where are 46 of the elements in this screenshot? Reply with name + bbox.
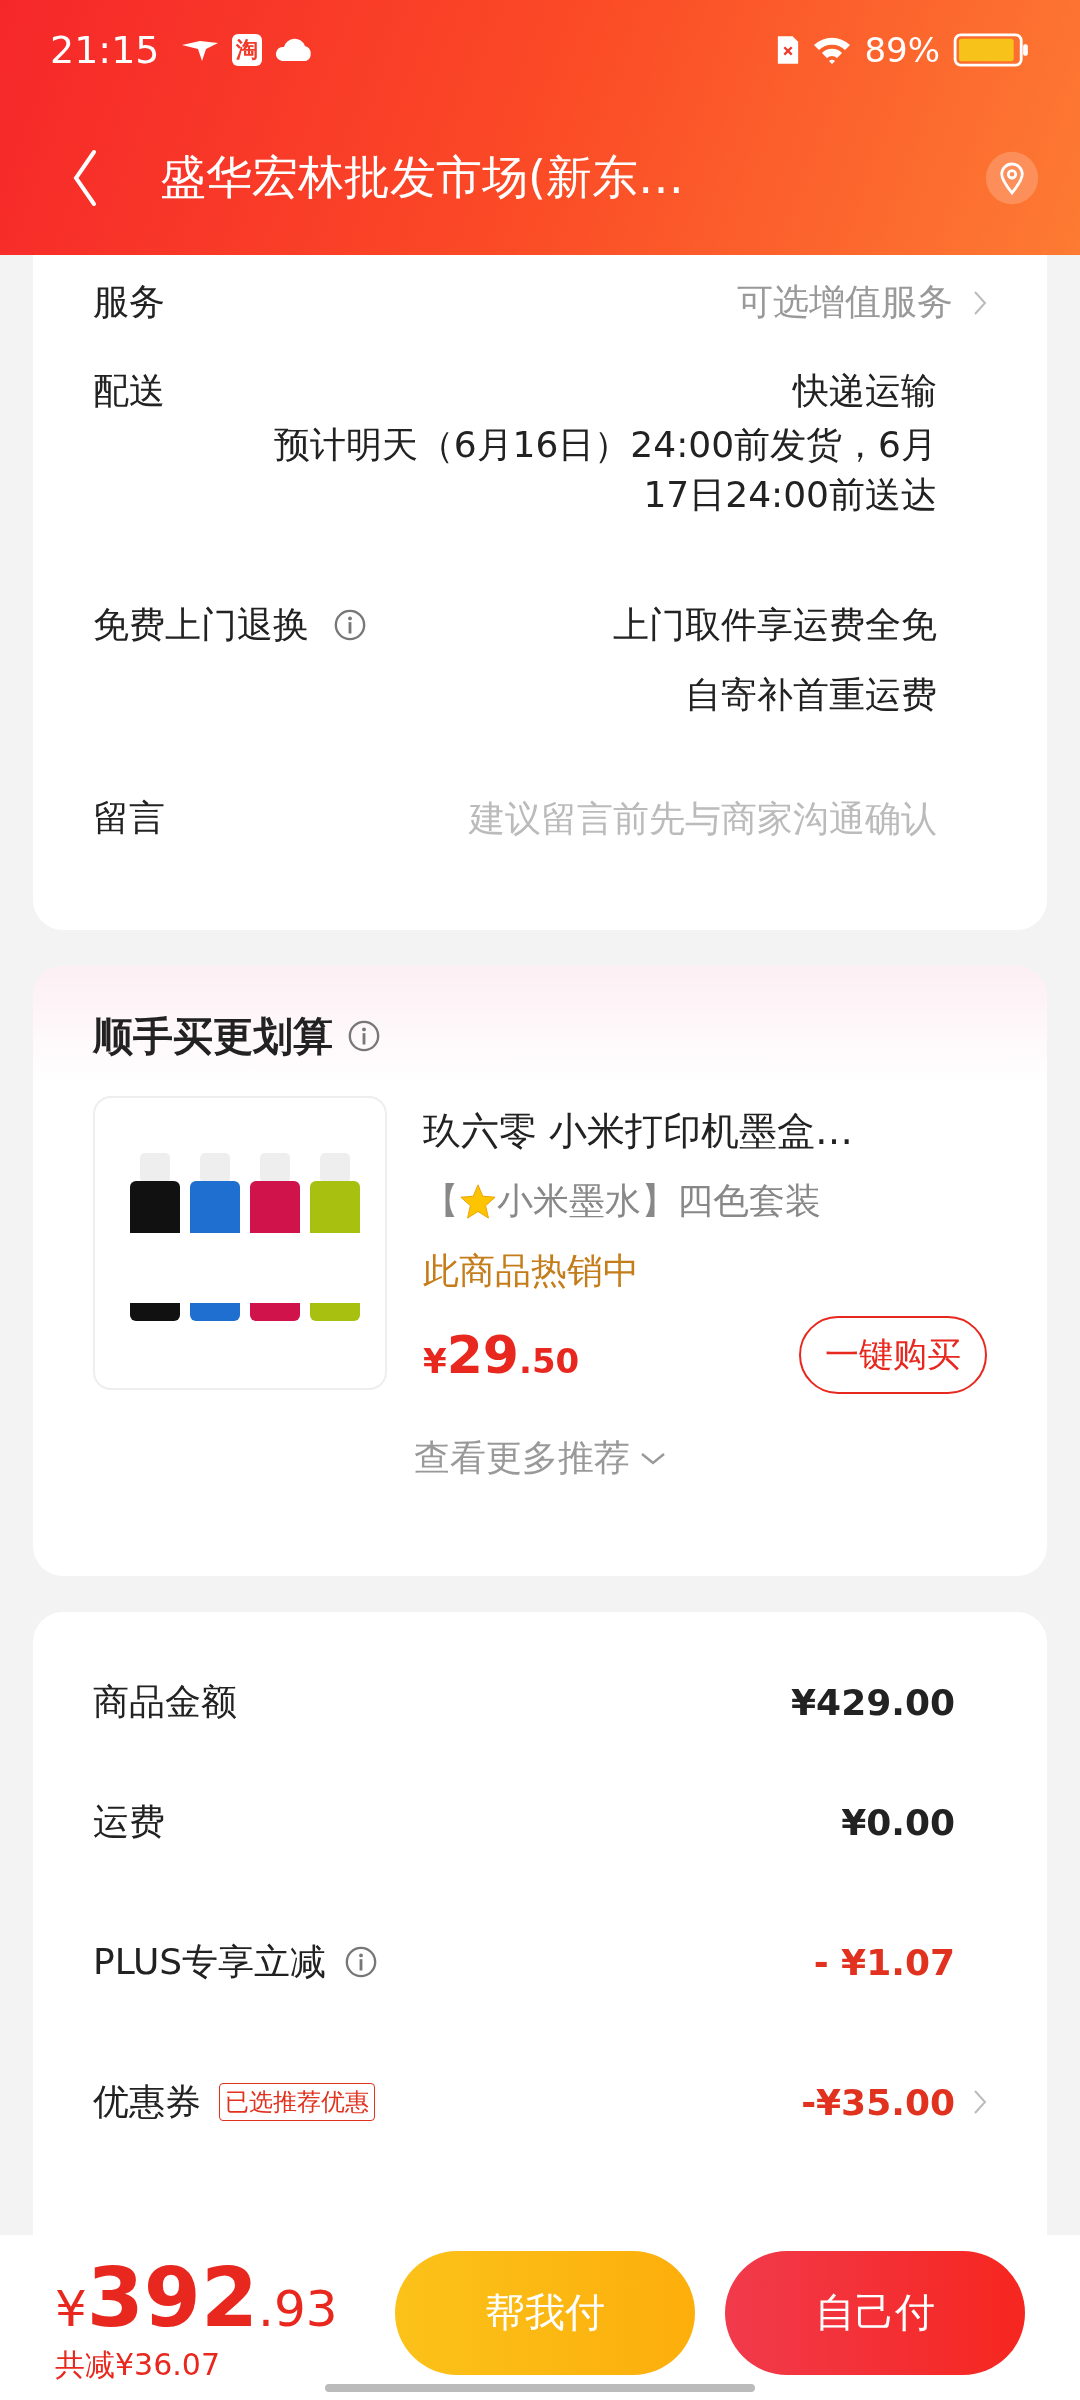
total-price: ¥392.93 [55, 2249, 339, 2345]
battery-icon [952, 33, 1030, 67]
buy-now-button[interactable]: 一键购买 [799, 1316, 987, 1394]
info-icon[interactable] [333, 608, 367, 642]
amount: ¥0.00 [841, 1801, 955, 1843]
row-label: 优惠券 [93, 2079, 201, 2124]
chevron-down-icon [640, 1451, 666, 1466]
row-label: PLUS专享立减 [93, 1939, 327, 1984]
location-pin-icon[interactable] [984, 149, 1040, 206]
sim-card-icon [776, 34, 801, 66]
amount: - ¥1.07 [813, 1941, 955, 1983]
delivery-method: 快递运输 [793, 368, 937, 413]
product-spec-bracket: 【 [423, 1178, 459, 1223]
pay-button[interactable]: 自己付 [725, 2250, 1025, 2375]
status-time: 21:15 [50, 28, 160, 72]
return-policy: 自寄补首重运费 [685, 673, 937, 717]
delivery-estimate: 预计明天（6月16日）24:00前发货，6月 [273, 423, 937, 467]
amount: ¥429.00 [791, 1681, 955, 1723]
product-price: ¥29.50 [423, 1325, 580, 1385]
star-icon [459, 1182, 497, 1220]
coupon-tag: 已选推荐优惠 [219, 2083, 375, 2121]
row-label: 免费上门退换 [93, 603, 309, 647]
message-field[interactable]: 建议留言前先与商家沟通确认 [185, 788, 937, 848]
chevron-icon [973, 289, 987, 316]
wifi-icon [812, 35, 853, 65]
product-spec: 小米墨水】四色套装 [497, 1178, 821, 1223]
row-label: 留言 [93, 795, 165, 840]
more-recommendations-link[interactable]: 查看更多推荐 [414, 1434, 630, 1483]
app-badge: 淘 [231, 34, 262, 66]
battery-percent: 89% [864, 30, 940, 70]
return-policy: 上门取件享运费全免 [613, 603, 937, 647]
page-title: 盛华宏林批发市场(新东… [160, 148, 685, 206]
section-title: 顺手买更划算 [93, 1011, 333, 1061]
info-icon[interactable] [344, 1945, 379, 1979]
delivery-estimate: 17日24:00前送达 [643, 473, 937, 517]
hot-sale-label: 此商品热销中 [423, 1249, 640, 1293]
total-discount: 共减¥36.07 [55, 2345, 221, 2384]
service-link[interactable]: 可选增值服务 [737, 278, 953, 327]
row-label: 商品金额 [93, 1679, 237, 1724]
product-thumbnail[interactable] [93, 1096, 387, 1390]
row-label: 配送 [93, 368, 165, 413]
product-name[interactable]: 玖六零 小米打印机墨盒… [423, 1096, 987, 1166]
amount: -¥35.00 [801, 2081, 955, 2123]
row-label: 服务 [93, 280, 165, 324]
row-label: 运费 [93, 1799, 165, 1844]
info-icon[interactable] [347, 1019, 381, 1053]
